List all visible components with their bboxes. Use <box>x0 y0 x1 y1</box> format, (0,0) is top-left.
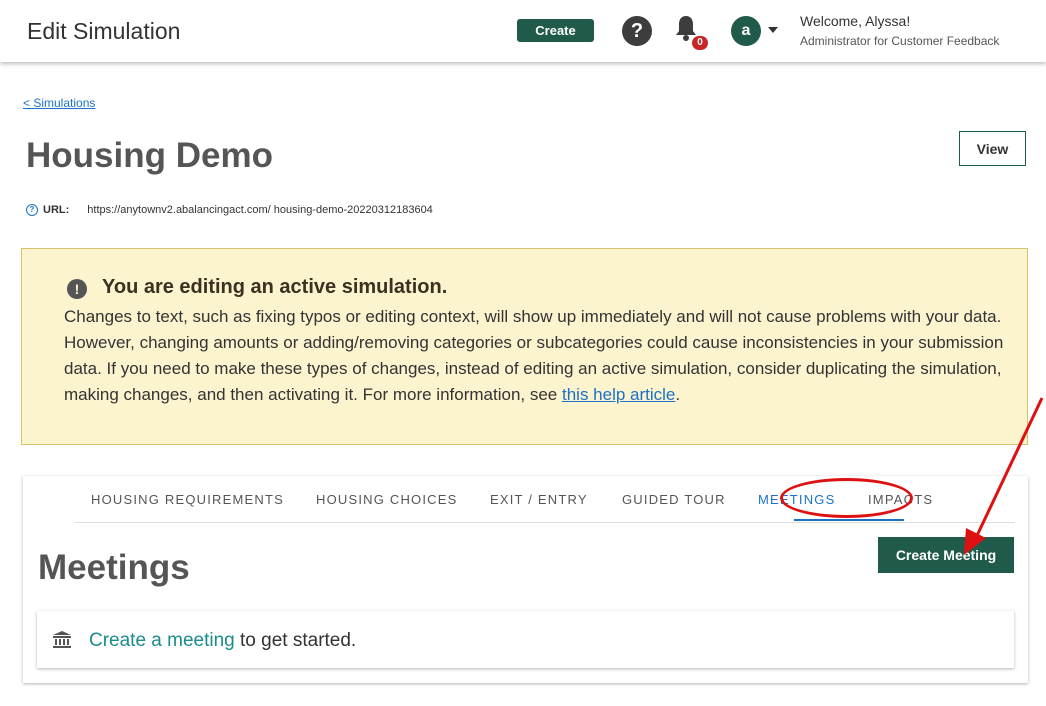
create-meeting-link[interactable]: Create a meeting <box>89 630 235 651</box>
tab-bar: HOUSING REQUIREMENTS HOUSING CHOICES EXI… <box>75 476 1015 523</box>
top-bar: Edit Simulation Create ? 0 a Welcome, Al… <box>0 0 1046 62</box>
tab-housing-choices[interactable]: HOUSING CHOICES <box>316 492 458 507</box>
url-value: https://anytownv2.abalancingact.com/ hou… <box>87 204 433 216</box>
avatar[interactable]: a <box>731 16 761 46</box>
tab-housing-requirements[interactable]: HOUSING REQUIREMENTS <box>91 492 284 507</box>
alert-trailing: . <box>675 385 681 404</box>
url-row: ? URL: https://anytownv2.abalancingact.c… <box>26 204 433 216</box>
create-button[interactable]: Create <box>517 19 594 42</box>
exclamation-icon: ! <box>67 279 87 299</box>
alert-title: You are editing an active simulation. <box>102 276 448 298</box>
meetings-heading: Meetings <box>38 548 190 587</box>
tab-guided-tour[interactable]: GUIDED TOUR <box>622 492 726 507</box>
bank-icon <box>53 631 71 648</box>
help-article-link[interactable]: this help article <box>562 385 675 404</box>
empty-state-text: Create a meeting to get started. <box>89 630 356 652</box>
alert-text: Changes to text, such as fixing typos or… <box>64 307 1004 404</box>
help-icon[interactable]: ? <box>622 16 652 46</box>
user-role: Administrator for Customer Feedback <box>800 34 1000 48</box>
active-simulation-alert: ! You are editing an active simulation. … <box>21 248 1028 445</box>
breadcrumb-simulations[interactable]: < Simulations <box>23 96 95 110</box>
help-circle-icon[interactable]: ? <box>26 204 38 216</box>
simulation-title: Housing Demo <box>26 136 273 175</box>
view-button[interactable]: View <box>959 131 1026 166</box>
page-header-title: Edit Simulation <box>27 18 181 44</box>
tab-exit-entry[interactable]: EXIT / ENTRY <box>490 492 588 507</box>
alert-body: Changes to text, such as fixing typos or… <box>64 304 1014 408</box>
annotation-arrow <box>964 397 1044 555</box>
welcome-text: Welcome, Alyssa! <box>800 13 911 29</box>
notification-badge: 0 <box>692 36 708 50</box>
empty-state: Create a meeting to get started. <box>37 611 1014 668</box>
active-tab-indicator <box>794 519 904 521</box>
chevron-down-icon[interactable] <box>768 27 778 33</box>
url-label: URL: <box>43 204 70 216</box>
meetings-card: HOUSING REQUIREMENTS HOUSING CHOICES EXI… <box>23 476 1028 683</box>
empty-state-suffix: to get started. <box>234 630 357 651</box>
annotation-oval <box>780 478 913 518</box>
